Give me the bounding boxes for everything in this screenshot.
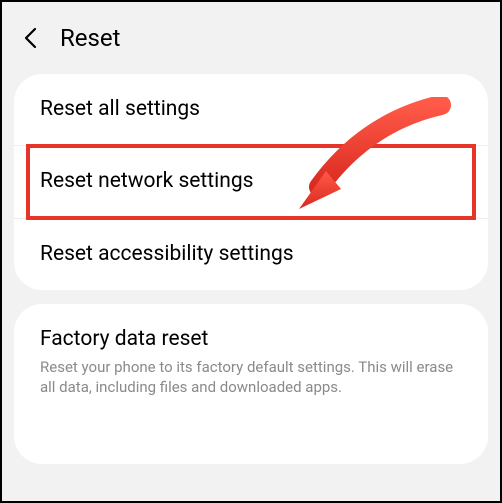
item-subtitle: Reset your phone to its factory default … bbox=[40, 357, 462, 398]
factory-reset-card: Factory data reset Reset your phone to i… bbox=[14, 304, 488, 464]
item-label: Reset network settings bbox=[40, 168, 462, 195]
item-label: Reset all settings bbox=[40, 96, 462, 123]
reset-options-card: Reset all settings Reset network setting… bbox=[14, 74, 488, 290]
header: Reset bbox=[2, 2, 500, 74]
item-label: Factory data reset bbox=[40, 326, 462, 353]
reset-all-settings-item[interactable]: Reset all settings bbox=[14, 74, 488, 146]
factory-data-reset-item[interactable]: Factory data reset Reset your phone to i… bbox=[14, 304, 488, 420]
reset-accessibility-settings-item[interactable]: Reset accessibility settings bbox=[14, 219, 488, 290]
page-title: Reset bbox=[60, 24, 120, 52]
reset-network-settings-item[interactable]: Reset network settings bbox=[14, 146, 488, 218]
item-label: Reset accessibility settings bbox=[40, 241, 462, 268]
back-icon[interactable] bbox=[20, 28, 40, 48]
